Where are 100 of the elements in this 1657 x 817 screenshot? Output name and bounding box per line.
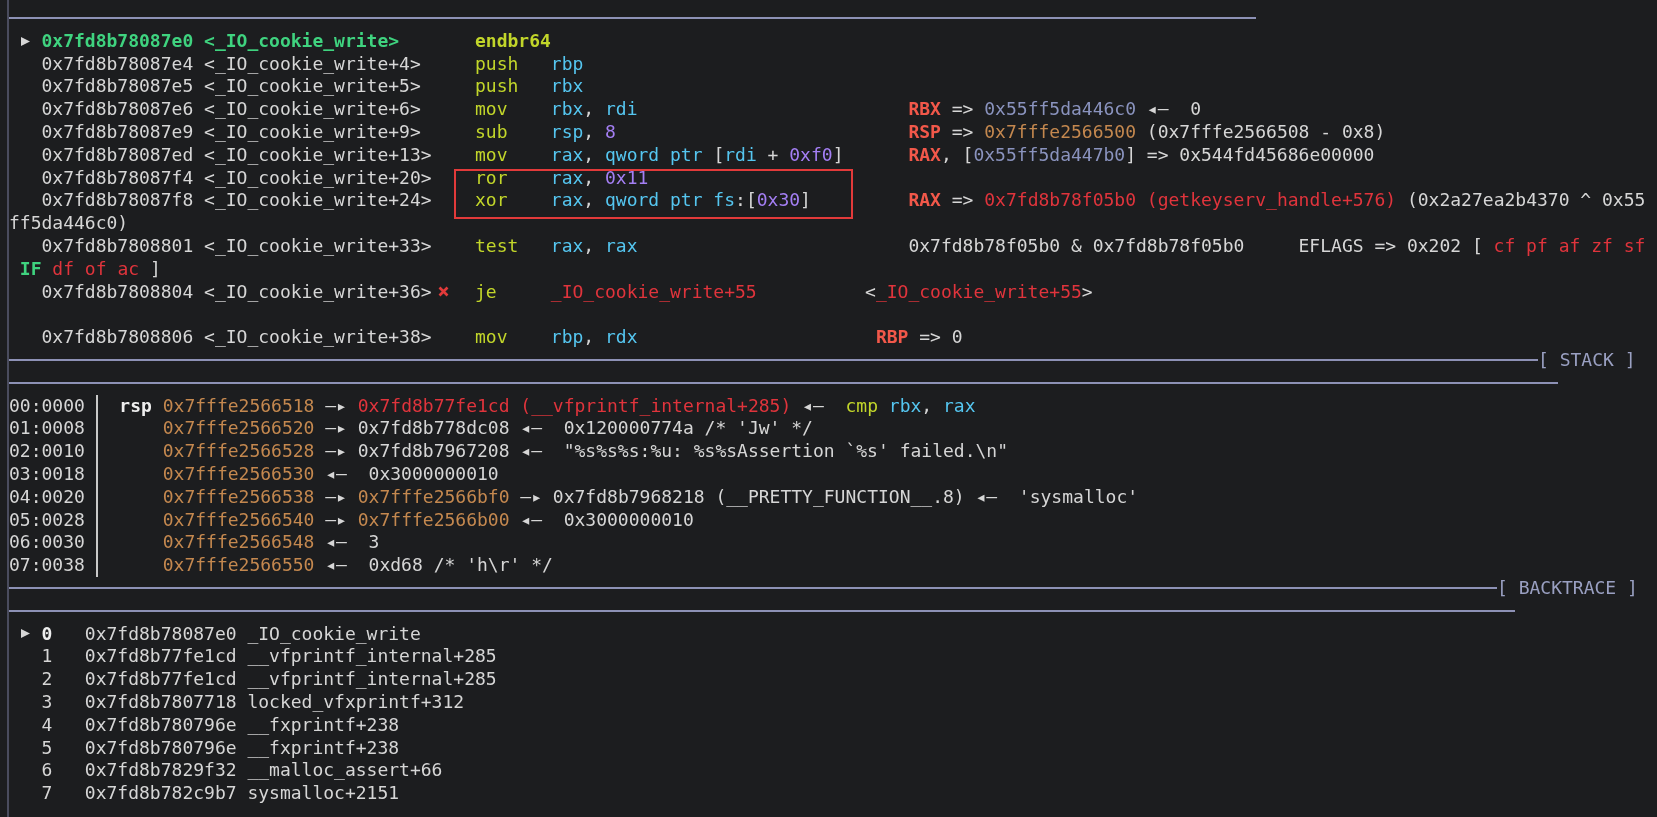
register-name: rbp — [550, 52, 584, 74]
text: (0x7fffe2566508 - 0x8) — [1145, 121, 1386, 142]
text: ] => 0x544fd45686e00000 — [1125, 143, 1375, 165]
symbol-label: <_IO_cookie_write+33> — [204, 234, 432, 256]
mnemonic: mov — [474, 98, 508, 120]
mnemonic: test — [474, 234, 519, 256]
frame-address: 0x7fd8b7807718 — [84, 690, 238, 714]
mnemonic: je — [474, 280, 497, 302]
frame-index[interactable]: 1 — [41, 645, 53, 667]
frame-index[interactable]: 5 — [41, 736, 53, 758]
number-value: 0x11 — [605, 166, 649, 188]
symbol-label: <_IO_cookie_write+24> — [204, 189, 432, 211]
stack-address: 0x7fffe2566548 — [162, 531, 315, 553]
frame-index[interactable]: 7 — [41, 782, 53, 804]
text: 0x7fd8b78f05b0 & 0x7fd8b78f05b0 EFLAGS => 0x202 [ — [908, 234, 1483, 256]
register-label: RAX — [908, 143, 941, 165]
register-label: RAX — [908, 189, 941, 211]
symbol-label: <_IO_cookie_write+20> — [204, 166, 432, 188]
text: 'sysmalloc' — [1018, 485, 1139, 507]
stack-offset: 03:0018 — [9, 462, 86, 486]
frame-symbol: sysmalloc+2151 — [247, 782, 400, 805]
pointer-arrow: ◂— — [324, 462, 348, 484]
stack-offset: 07:0038 — [9, 554, 86, 577]
frame-index[interactable]: 3 — [41, 690, 53, 712]
flag-name: sf — [1622, 234, 1646, 256]
stack-address: 0x7fffe2566550 — [162, 554, 315, 576]
text: 0x3000000010 — [368, 462, 499, 484]
text: ] — [800, 189, 811, 211]
mnemonic: ror — [474, 166, 508, 188]
stack-offset: 02:0010 — [9, 440, 86, 463]
frame-index[interactable]: 4 — [41, 713, 53, 735]
text: ] — [832, 143, 844, 165]
heap-address: 0x55ff5da446c0 — [984, 98, 1136, 120]
frame-index[interactable]: 2 — [41, 668, 53, 690]
stack-address: 0x7fffe2566500 — [984, 121, 1136, 142]
pointer-arrow: —▸ — [324, 508, 348, 530]
mnemonic: xor — [474, 189, 508, 211]
text: 0x3000000010 — [563, 508, 694, 530]
stack-offset: 06:0030 — [9, 531, 86, 555]
flag-name: of — [83, 257, 107, 281]
stack-address: 0x7fffe2566528 — [162, 440, 315, 462]
code-address: _IO_cookie_write+55 — [550, 280, 757, 302]
instruction-address: 0x7fd8b78087e5 — [41, 75, 194, 97]
register-name: rax — [943, 394, 976, 416]
pointer-arrow: ◂— — [519, 417, 543, 439]
symbol-label: <_IO_cookie_write+38> — [204, 326, 432, 348]
code-address: _IO_cookie_write+55 — [875, 280, 1082, 302]
section-title: [ BACKTRACE ] — [1497, 576, 1638, 600]
stack-offset: 04:0020 — [9, 485, 86, 509]
frame-address: 0x7fd8b78087e0 — [84, 622, 238, 646]
instruction-address: 0x7fd8b78087e0 — [41, 29, 194, 51]
frame-index[interactable]: 0 — [41, 622, 53, 644]
heap-address: 0x55ff5da447b0 — [973, 143, 1126, 165]
mnemonic: sub — [474, 121, 508, 142]
number-value: 0xf0 — [789, 143, 833, 165]
register-name: rdi — [724, 143, 757, 165]
text: ◂— 0 — [1145, 98, 1202, 120]
mnemonic: mov — [474, 326, 508, 348]
text: , — [921, 394, 934, 416]
pointer-arrow: —▸ — [519, 485, 543, 507]
register-name: rbp — [550, 326, 584, 348]
text: 0x7fd8b778dc08 — [357, 417, 510, 439]
flag-name: cf — [1492, 234, 1516, 256]
register-name: rax — [550, 189, 584, 211]
code-address: 0x7fd8b78f05b0 (getkeyserv_handle+576) — [984, 189, 1397, 211]
flag-name: df — [51, 257, 75, 281]
text: 0x7fd8b7968218 (__PRETTY_FUNCTION__.8) — [552, 485, 965, 507]
text: => — [950, 121, 975, 142]
text: 0xd68 /* 'h\r' */ — [368, 554, 553, 576]
stack-address: 0x7fffe2566bf0 — [357, 485, 510, 507]
symbol-label: <_IO_cookie_write+9> — [204, 121, 421, 142]
register-label: RBX — [908, 98, 941, 120]
frame-index[interactable]: 6 — [41, 759, 53, 781]
pointer-arrow: ◂— — [519, 440, 543, 462]
stack-address: 0x7fffe2566b00 — [357, 508, 510, 530]
register-label: RBP — [875, 326, 909, 348]
frame-symbol: __vfprintf_internal+285 — [247, 668, 497, 691]
stack-address: 0x7fffe2566530 — [162, 462, 315, 484]
section-title: [ STACK ] — [1538, 348, 1636, 372]
register-label: rsp — [119, 394, 152, 416]
text: => — [950, 98, 975, 120]
mnemonic: endbr64 — [474, 29, 551, 51]
symbol-label: <_IO_cookie_write+36> — [204, 280, 432, 302]
instruction-address: 0x7fd8b78087f8 — [41, 189, 194, 211]
frame-symbol: _IO_cookie_write — [247, 622, 421, 646]
text: , — [583, 189, 596, 211]
text: , — [583, 121, 596, 142]
flag-name: af — [1557, 234, 1581, 256]
pointer-arrow: ◂— — [801, 394, 825, 416]
symbol-label: <_IO_cookie_write+5> — [204, 75, 421, 97]
register-name: rax — [550, 234, 584, 256]
mnemonic: push — [474, 52, 519, 74]
stack-offset: 01:0008 — [9, 417, 86, 441]
symbol-label: <_IO_cookie_write> — [204, 29, 400, 51]
frame-symbol: __vfprintf_internal+285 — [247, 645, 497, 669]
text: , [ — [940, 143, 974, 165]
register-name: rbx — [550, 75, 584, 97]
frame-symbol: __fxprintf+238 — [247, 713, 400, 737]
text: 0x7fd8b7967208 — [357, 440, 510, 462]
flag-name: pf — [1525, 234, 1548, 256]
